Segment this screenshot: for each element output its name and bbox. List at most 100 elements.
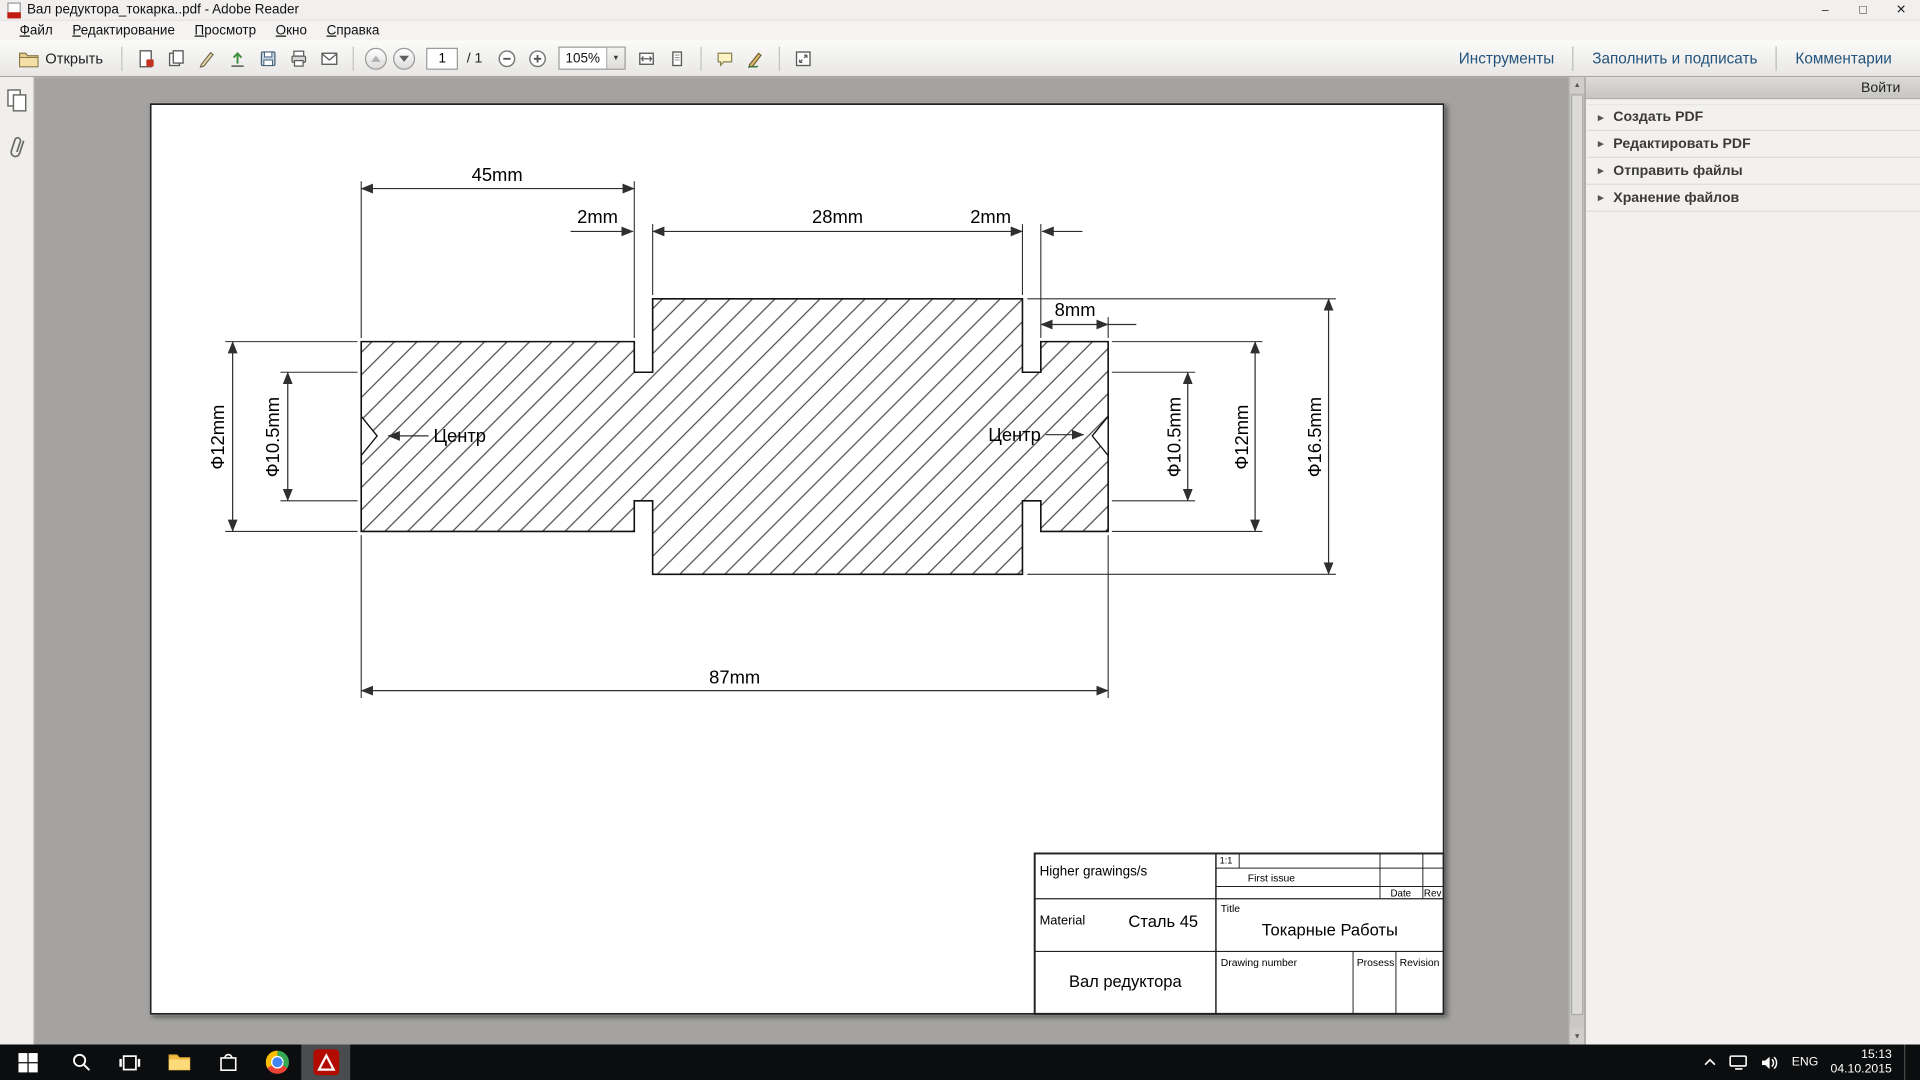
save-disk-icon [259, 48, 279, 68]
toolbar-separator [353, 46, 354, 70]
tab-comments[interactable]: Комментарии [1776, 46, 1910, 70]
sign-in-bar: Войти [1586, 77, 1920, 99]
tb-first-issue: First issue [1248, 874, 1296, 885]
export-pdf-button[interactable] [132, 43, 159, 72]
maximize-button[interactable]: □ [1844, 0, 1882, 20]
fit-page-button[interactable] [664, 43, 691, 72]
tab-tools[interactable]: Инструменты [1440, 46, 1572, 70]
start-button[interactable] [0, 1044, 56, 1080]
panel-item-label: Создать PDF [1613, 110, 1703, 125]
clock-time: 15:13 [1861, 1048, 1892, 1061]
tb-title-label: Title [1221, 904, 1240, 915]
menu-bar: Файл Редактирование Просмотр Окно Справк… [0, 21, 1920, 41]
fullscreen-button[interactable] [790, 43, 817, 72]
task-view-button[interactable] [105, 1044, 154, 1080]
scroll-up-button[interactable]: ▲ [1570, 77, 1585, 93]
tb-part-name: Вал редуктора [1069, 972, 1182, 991]
adobe-reader-taskbar-button[interactable] [301, 1044, 350, 1080]
panel-item-store-files[interactable]: ▸ Хранение файлов [1586, 185, 1920, 212]
scroll-down-button[interactable]: ▼ [1570, 1029, 1585, 1045]
tb-rev: Rev [1424, 888, 1442, 899]
clock-date: 04.10.2015 [1831, 1062, 1892, 1075]
caret-right-icon: ▸ [1598, 191, 1604, 204]
zoom-level-combo[interactable]: 105% ▼ [558, 47, 625, 70]
next-page-button[interactable] [393, 47, 415, 69]
fit-width-button[interactable] [633, 43, 660, 72]
folder-icon [18, 50, 39, 67]
language-indicator[interactable]: ENG [1792, 1056, 1819, 1069]
tb-material-value: Сталь 45 [1128, 912, 1198, 931]
email-button[interactable] [316, 43, 343, 72]
adobe-reader-window: Вал редуктора_токарка..pdf - Adobe Reade… [0, 0, 1920, 1080]
share-button[interactable] [224, 43, 251, 72]
tb-process: Prosess [1357, 958, 1395, 969]
taskbar-clock[interactable]: 15:13 04.10.2015 [1831, 1048, 1892, 1076]
fit-page-icon [667, 48, 687, 68]
menu-item-help[interactable]: Справка [317, 23, 389, 38]
previous-page-button[interactable] [365, 47, 387, 69]
menu-item-edit[interactable]: Редактирование [63, 23, 185, 38]
toolbar-right-tabs: Инструменты Заполнить и подписать Коммен… [1440, 40, 1910, 76]
comment-bubble-icon [715, 48, 735, 68]
combo-dropdown-arrow-icon[interactable]: ▼ [606, 48, 624, 69]
sign-in-button[interactable]: Войти [1861, 80, 1900, 95]
share-upload-icon [228, 48, 248, 68]
network-icon[interactable] [1729, 1054, 1749, 1070]
panel-item-edit-pdf[interactable]: ▸ Редактировать PDF [1586, 131, 1920, 158]
page-number-input[interactable] [426, 47, 458, 69]
panel-item-send-files[interactable]: ▸ Отправить файлы [1586, 158, 1920, 185]
fullscreen-icon [793, 48, 813, 68]
vertical-scrollbar[interactable]: ▲ ▼ [1569, 77, 1585, 1044]
fill-sign-button[interactable] [742, 43, 769, 72]
convert-button[interactable] [163, 43, 190, 72]
windows-logo-icon [18, 1052, 38, 1072]
volume-icon[interactable] [1761, 1055, 1779, 1070]
save-button[interactable] [255, 43, 282, 72]
signature-icon [746, 48, 766, 68]
menu-item-view[interactable]: Просмотр [185, 23, 266, 38]
tab-fill-sign[interactable]: Заполнить и подписать [1573, 46, 1776, 70]
print-button[interactable] [285, 43, 312, 72]
center-left-label: Центр [433, 425, 486, 446]
title-bar: Вал редуктора_токарка..pdf - Adobe Reade… [0, 0, 1920, 21]
tb-higher-drawings: Higher grawings/s [1040, 864, 1148, 879]
windows-taskbar: ENG 15:13 04.10.2015 [0, 1044, 1920, 1080]
tb-title-value: Токарные Работы [1262, 921, 1398, 940]
menu-item-file[interactable]: Файл [10, 23, 63, 38]
envelope-icon [320, 48, 340, 68]
pdf-file-icon [7, 2, 20, 18]
open-button-label: Открыть [45, 50, 103, 67]
document-area[interactable]: 45mm 2mm 28mm 2mm 8mm 87mm Ф12mm Ф10.5mm… [34, 77, 1568, 1044]
taskbar-search-button[interactable] [56, 1044, 105, 1080]
attachments-paperclip-icon[interactable] [7, 133, 27, 160]
tb-date: Date [1390, 888, 1411, 899]
store-bag-icon [219, 1052, 237, 1073]
menu-item-window[interactable]: Окно [266, 23, 317, 38]
file-explorer-icon [167, 1053, 190, 1071]
chrome-button[interactable] [252, 1044, 301, 1080]
comment-button[interactable] [711, 43, 738, 72]
toolbar-separator [700, 46, 701, 70]
dim-45-label: 45mm [472, 164, 523, 185]
open-button[interactable]: Открыть [10, 43, 112, 72]
zoom-in-button[interactable] [524, 43, 551, 72]
chevron-down-icon [398, 53, 410, 63]
sign-pen-icon [197, 48, 217, 68]
page-thumbnails-icon[interactable] [6, 88, 28, 112]
tray-chevron-icon[interactable] [1704, 1058, 1717, 1067]
panel-item-create-pdf[interactable]: ▸ Создать PDF [1586, 104, 1920, 131]
minimize-button[interactable]: – [1806, 0, 1844, 20]
dia-105-right-label: Ф10.5mm [1163, 397, 1184, 477]
tb-drawing-number: Drawing number [1221, 958, 1298, 969]
zoom-out-button[interactable] [493, 43, 520, 72]
scroll-thumb[interactable] [1571, 94, 1583, 1015]
file-explorer-button[interactable] [154, 1044, 203, 1080]
dim-8-label: 8mm [1055, 299, 1096, 320]
windows-store-button[interactable] [203, 1044, 252, 1080]
adobe-reader-icon [313, 1049, 339, 1075]
caret-right-icon: ▸ [1598, 137, 1604, 150]
show-desktop-button[interactable] [1904, 1044, 1910, 1080]
sign-document-button[interactable] [194, 43, 221, 72]
tb-scale: 1:1 [1220, 855, 1233, 865]
close-button[interactable]: ✕ [1882, 0, 1920, 20]
